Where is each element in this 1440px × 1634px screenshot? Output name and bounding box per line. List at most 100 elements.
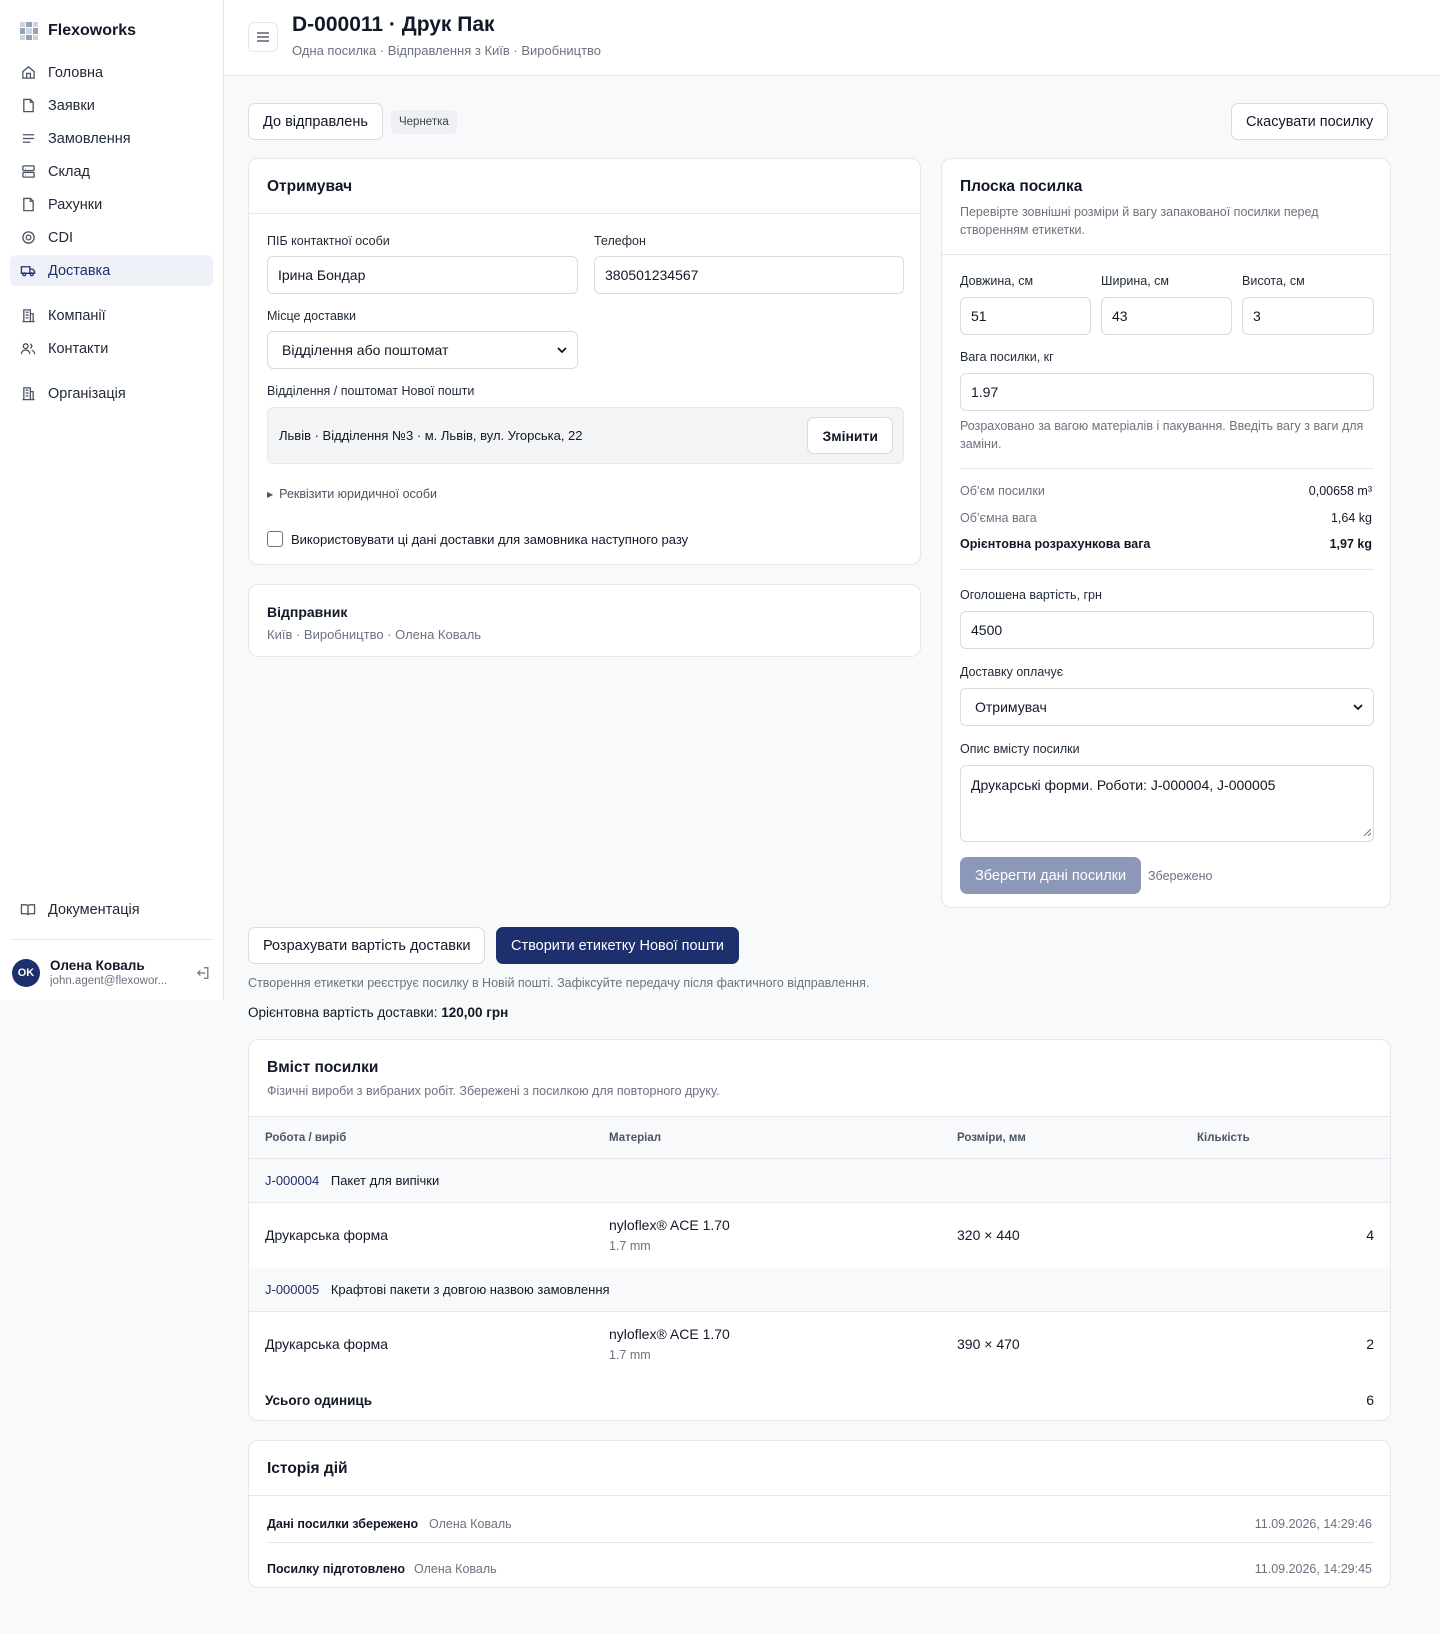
history-time: 11.09.2026, 14:29:46 — [1254, 1517, 1372, 1531]
product-cell: Друкарська форма — [265, 1336, 389, 1353]
menu-button[interactable] — [248, 22, 278, 52]
building-icon — [20, 386, 36, 402]
parcel-title: Плоска посилка — [960, 178, 1083, 195]
phone-input[interactable]: 380501234567 — [594, 256, 904, 294]
status-badge: Чернетка — [391, 110, 457, 134]
sidebar-item-label: Склад — [48, 163, 90, 180]
history-user: Олена Коваль — [414, 1562, 497, 1576]
job-group-row: J-000004 Пакет для випічки — [249, 1158, 1390, 1203]
back-to-shipments-button[interactable]: До відправлень — [248, 103, 383, 140]
sidebar-item-warehouse[interactable]: Склад — [10, 156, 213, 187]
length-input[interactable]: 51 — [960, 297, 1091, 335]
table-row: Друкарська форма nyloflex® ACE 1.70 1.7 … — [249, 1312, 1390, 1377]
column-header: Робота / виріб — [265, 1131, 347, 1144]
database-icon — [20, 164, 36, 180]
sidebar-nav: Головна Заявки Замовлення Склад Рахунки … — [10, 57, 213, 411]
sidebar-item-home[interactable]: Головна — [10, 57, 213, 88]
material-cell: nyloflex® ACE 1.70 1.7 mm — [609, 1203, 957, 1268]
brand[interactable]: Flexoworks — [20, 22, 136, 40]
size-cell: 320 × 440 — [957, 1227, 1020, 1244]
history-action: Посилку підготовлено — [267, 1562, 406, 1576]
volumetric-weight-value: 1,64 kg — [1330, 511, 1372, 525]
user-name: Олена Коваль — [50, 958, 145, 973]
page-header: D-000011 · Друк Пак Одна посилка · Відпр… — [224, 0, 1440, 76]
resize-handle-icon[interactable] — [1363, 823, 1372, 839]
volume-value: 0,00658 m³ — [1308, 484, 1372, 498]
book-icon — [20, 902, 36, 918]
delivery-place-select[interactable]: Відділення або поштомат — [267, 331, 578, 369]
sidebar-item-organization[interactable]: Організація — [10, 378, 213, 409]
height-input[interactable]: 3 — [1242, 297, 1374, 335]
sidebar-item-companies[interactable]: Компанії — [10, 300, 213, 331]
legal-entity-toggle[interactable]: ▶ Реквізити юридичної особи — [267, 487, 437, 501]
total-value: 6 — [1366, 1392, 1374, 1409]
file-icon — [20, 98, 36, 114]
create-label-button[interactable]: Створити етикетку Нової пошти — [496, 927, 739, 964]
delivery-place-label: Місце доставки — [267, 309, 357, 323]
branch-box: Львів · Відділення №3 · м. Львів, вул. У… — [267, 407, 904, 464]
cancel-shipment-button[interactable]: Скасувати посилку — [1231, 103, 1389, 140]
job-link[interactable]: J-000004 — [265, 1173, 319, 1188]
sidebar-item-invoices[interactable]: Рахунки — [10, 189, 213, 220]
size-cell: 390 × 470 — [957, 1336, 1020, 1353]
sidebar-item-documentation[interactable]: Документація — [10, 894, 213, 925]
sidebar-item-label: Замовлення — [48, 130, 131, 147]
history-user: Олена Коваль — [429, 1517, 512, 1531]
brand-logo-icon — [20, 22, 38, 40]
sender-title: Відправник — [267, 604, 348, 620]
sidebar-item-label: Доставка — [48, 262, 111, 279]
logout-icon[interactable] — [196, 965, 212, 981]
material-name: nyloflex® ACE 1.70 — [609, 1217, 730, 1234]
declared-value-label: Оголошена вартість, грн — [960, 588, 1102, 602]
volumetric-weight-label: Об’ємна вага — [960, 511, 1037, 525]
sidebar-item-requests[interactable]: Заявки — [10, 90, 213, 121]
material-cell: nyloflex® ACE 1.70 1.7 mm — [609, 1312, 957, 1377]
change-branch-button[interactable]: Змінити — [807, 417, 893, 454]
total-row: Усього одиниць 6 — [249, 1377, 1390, 1421]
volume-label: Об’єм посилки — [960, 484, 1045, 498]
payer-select[interactable]: Отримувач — [960, 688, 1374, 726]
estimated-weight-label: Орієнтовна розрахункова вага — [960, 537, 1151, 551]
file-icon — [20, 197, 36, 213]
material-thickness: 1.7 mm — [609, 1239, 651, 1254]
column-header: Розміри, мм — [957, 1131, 1026, 1144]
saved-status: Збережено — [1148, 869, 1213, 883]
weight-input[interactable]: 1.97 — [960, 373, 1374, 411]
avatar[interactable]: OK — [12, 958, 40, 987]
sidebar-item-label: Компанії — [48, 307, 106, 324]
job-link[interactable]: J-000005 — [265, 1282, 319, 1297]
save-for-customer-label: Використовувати ці дані доставки для зам… — [291, 531, 689, 547]
sidebar-item-label: Документація — [48, 901, 140, 918]
list-icon — [20, 131, 36, 147]
content-value: Друкарські форми. Роботи: J-000004, J-00… — [971, 777, 1276, 793]
sidebar-item-label: Організація — [48, 385, 126, 402]
delivery-cost-label: Орієнтовна вартість доставки: — [248, 1005, 438, 1020]
truck-icon — [20, 263, 36, 279]
legal-entity-label: Реквізити юридичної особи — [279, 487, 438, 501]
building-icon — [20, 308, 36, 324]
calculate-cost-button[interactable]: Розрахувати вартість доставки — [248, 927, 486, 964]
contents-subtitle: Фізичні вироби з вибраних робіт. Збереже… — [267, 1084, 720, 1098]
sidebar-item-contacts[interactable]: Контакти — [10, 333, 213, 364]
save-for-customer-row: Використовувати ці дані доставки для зам… — [267, 531, 688, 547]
target-icon — [20, 230, 36, 246]
width-input[interactable]: 43 — [1101, 297, 1232, 335]
sidebar-item-label: CDI — [48, 229, 73, 246]
job-name: Пакет для випічки — [330, 1173, 440, 1188]
page-title: D-000011 · Друк Пак — [292, 13, 495, 36]
declared-value-input[interactable]: 4500 — [960, 611, 1374, 649]
branch-label: Відділення / поштомат Нової пошти — [267, 384, 475, 398]
job-group-row: J-000005 Крафтові пакети з довгою назвою… — [249, 1267, 1390, 1312]
sidebar-item-orders[interactable]: Замовлення — [10, 123, 213, 154]
content-textarea[interactable]: Друкарські форми. Роботи: J-000004, J-00… — [960, 765, 1374, 842]
menu-icon — [257, 29, 269, 45]
contact-name-input[interactable]: Ірина Бондар — [267, 256, 578, 294]
branch-value: Львів · Відділення №3 · м. Львів, вул. У… — [279, 428, 583, 443]
recipient-card: Отримувач ПІБ контактної особи Ірина Бон… — [248, 158, 921, 565]
sidebar-item-cdi[interactable]: CDI — [10, 222, 213, 253]
sidebar-item-delivery[interactable]: Доставка — [10, 255, 213, 286]
weight-label: Вага посилки, кг — [960, 350, 1054, 364]
save-for-customer-checkbox[interactable] — [267, 531, 283, 547]
save-parcel-button[interactable]: Зберегти дані посилки — [960, 857, 1142, 894]
triangle-right-icon: ▶ — [267, 489, 274, 499]
